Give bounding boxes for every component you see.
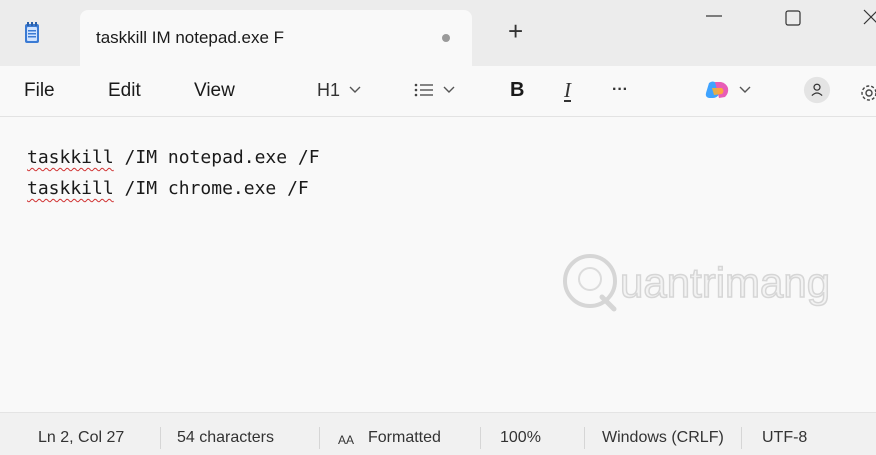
list-icon — [414, 83, 433, 97]
menu-view[interactable]: View — [194, 80, 235, 102]
status-separator — [741, 427, 742, 449]
copilot-icon — [705, 81, 729, 98]
watermark-text: uantrimang — [620, 259, 830, 306]
misspelled-word: taskkill — [27, 147, 114, 168]
minimize-button[interactable] — [690, 0, 736, 40]
text-editor[interactable]: taskkill /IM notepad.exe /F taskkill /IM… — [0, 117, 876, 412]
status-separator — [584, 427, 585, 449]
menu-file[interactable]: File — [24, 80, 55, 102]
document-tab[interactable]: taskkill IM notepad.exe F — [80, 10, 472, 66]
status-separator — [480, 427, 481, 449]
format-status[interactable]: Formatted — [368, 429, 467, 447]
unsaved-dot-icon[interactable] — [442, 34, 450, 42]
close-button[interactable] — [846, 0, 876, 40]
chevron-down-icon — [443, 86, 455, 93]
new-tab-button[interactable]: + — [508, 18, 523, 44]
character-count: 54 characters — [177, 429, 274, 446]
notepad-icon — [25, 22, 39, 43]
status-bar: Ln 2, Col 27 54 characters AA Formatted … — [0, 412, 876, 455]
title-bar: taskkill IM notepad.exe F + — [0, 0, 876, 66]
status-separator — [160, 427, 161, 449]
menu-bar: File Edit View H1 B I ··· — [0, 66, 876, 116]
list-dropdown[interactable] — [414, 76, 455, 104]
bold-button[interactable]: B — [510, 76, 524, 104]
encoding[interactable]: UTF-8 — [762, 429, 807, 447]
editor-line: taskkill /IM notepad.exe /F — [27, 147, 320, 168]
heading-dropdown[interactable]: H1 — [317, 76, 361, 104]
line-ending[interactable]: Windows (CRLF) — [602, 429, 729, 447]
settings-gear-icon[interactable] — [858, 79, 876, 107]
zoom-level[interactable]: 100% — [500, 429, 541, 447]
chevron-down-icon — [739, 86, 751, 93]
editor-line: taskkill /IM chrome.exe /F — [27, 178, 309, 199]
copilot-button[interactable] — [704, 76, 751, 104]
cursor-position[interactable]: Ln 2, Col 27 — [38, 429, 124, 447]
status-separator — [319, 427, 320, 449]
more-options-button[interactable]: ··· — [612, 76, 628, 104]
line-text: /IM notepad.exe /F — [113, 147, 320, 168]
chevron-down-icon — [349, 86, 361, 93]
account-icon[interactable] — [802, 76, 832, 104]
tab-title: taskkill IM notepad.exe F — [96, 28, 285, 47]
heading-label: H1 — [317, 79, 341, 100]
watermark-logo: uantrimang — [563, 254, 831, 312]
italic-button[interactable]: I — [564, 76, 571, 104]
format-icon: AA — [338, 433, 355, 447]
line-text: /IM chrome.exe /F — [113, 178, 309, 199]
menu-edit[interactable]: Edit — [108, 80, 141, 102]
misspelled-word: taskkill — [27, 178, 114, 199]
maximize-button[interactable] — [770, 0, 816, 40]
